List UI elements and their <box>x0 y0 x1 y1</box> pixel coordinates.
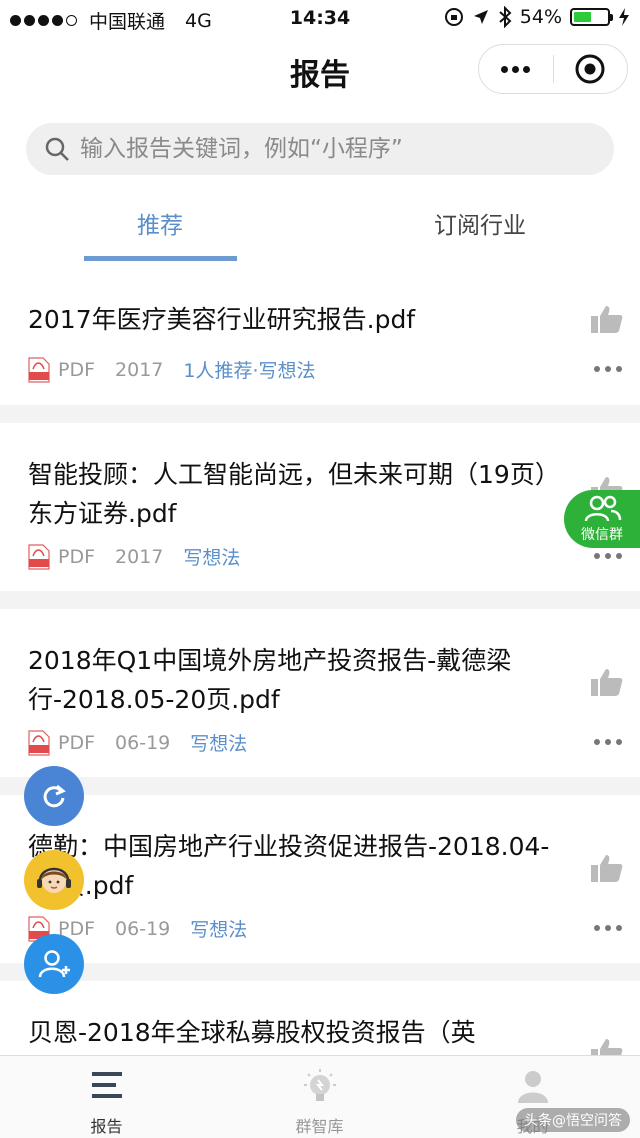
close-miniprogram-button[interactable] <box>554 53 628 85</box>
report-date: 2017 <box>115 358 164 381</box>
add-user-button[interactable] <box>24 934 84 994</box>
report-title: 智能投顾：人工智能尚远，但未来可期（19页）东方证券.pdf <box>28 460 548 528</box>
bluetooth-icon <box>499 6 512 28</box>
report-title: 2017年医疗美容行业研究报告.pdf <box>28 305 416 334</box>
report-date: 2017 <box>115 545 164 568</box>
add-user-icon <box>38 950 70 978</box>
refresh-button[interactable] <box>24 766 84 826</box>
more-menu-button[interactable] <box>479 65 553 73</box>
search-bar[interactable] <box>26 123 614 175</box>
pdf-icon <box>28 543 50 570</box>
report-title: 德勤：中国房地产行业投资促进报告-2018.04-80页.pdf <box>28 832 550 900</box>
write-thought-link[interactable]: 写想法 <box>190 915 247 942</box>
battery-percent: 54% <box>519 6 562 28</box>
status-bar: 中国联通 4G 14:34 54% <box>0 0 640 36</box>
write-thought-link[interactable]: 写想法 <box>190 729 247 756</box>
bulb-icon <box>303 1069 336 1101</box>
list-icon <box>91 1072 122 1098</box>
battery-icon <box>570 8 613 26</box>
bottom-tab-bar: 报告 群智库 我的 头条@悟空问答 <box>0 1055 640 1138</box>
report-date: 06-19 <box>115 917 171 940</box>
list-item[interactable]: 2018年Q1中国境外房地产投资报告-戴德梁行-2018.05-20页.pdf … <box>0 609 640 795</box>
user-icon <box>517 1071 548 1103</box>
wechat-group-button[interactable]: 微信群 <box>564 490 640 548</box>
thumbs-up-icon[interactable] <box>590 853 624 883</box>
write-thought-link[interactable]: 写想法 <box>183 543 240 570</box>
charging-icon <box>619 8 629 26</box>
wechat-group-label: 微信群 <box>581 527 623 543</box>
rotation-lock-icon <box>444 8 463 26</box>
more-options-button[interactable] <box>594 366 622 372</box>
list-item[interactable]: 2017年医疗美容行业研究报告.pdf PDF 2017 1人推荐·写想法 <box>0 268 640 423</box>
tab-think-tank-label: 群智库 <box>295 1117 344 1136</box>
headset-agent-icon <box>37 867 71 893</box>
search-icon <box>45 137 69 161</box>
report-list: 2017年医疗美容行业研究报告.pdf PDF 2017 1人推荐·写想法 智能… <box>0 268 640 1101</box>
tab-subscribe-industry[interactable]: 订阅行业 <box>320 206 640 240</box>
more-options-button[interactable] <box>594 925 622 931</box>
tab-think-tank[interactable]: 群智库 <box>213 1056 426 1138</box>
report-title: 贝恩-2018年全球私募股权投资报告（英 <box>28 1018 476 1047</box>
refresh-icon <box>43 784 66 808</box>
watermark: 头条@悟空问答 <box>516 1108 630 1132</box>
group-icon <box>584 495 622 522</box>
tab-report[interactable]: 报告 <box>0 1056 213 1138</box>
file-type: PDF <box>58 731 96 754</box>
pdf-icon <box>28 356 50 383</box>
more-options-button[interactable] <box>594 739 622 745</box>
tab-recommend[interactable]: 推荐 <box>0 206 320 240</box>
tab-bar-top: 推荐 订阅行业 <box>0 190 640 266</box>
location-icon <box>473 10 488 24</box>
thumbs-up-icon[interactable] <box>590 304 624 334</box>
miniprogram-capsule <box>478 44 628 94</box>
nav-bar: 报告 <box>0 36 640 104</box>
list-item[interactable]: 德勤：中国房地产行业投资促进报告-2018.04-80页.pdf PDF 06-… <box>0 795 640 981</box>
report-date: 06-19 <box>115 731 171 754</box>
customer-service-button[interactable] <box>24 850 84 910</box>
pdf-icon <box>28 729 50 756</box>
report-title: 2018年Q1中国境外房地产投资报告-戴德梁行-2018.05-20页.pdf <box>28 646 512 714</box>
more-options-button[interactable] <box>594 553 622 559</box>
search-input[interactable] <box>80 136 580 162</box>
list-item[interactable]: 智能投顾：人工智能尚远，但未来可期（19页）东方证券.pdf PDF 2017 … <box>0 423 640 609</box>
thumbs-up-icon[interactable] <box>590 667 624 697</box>
tab-report-label: 报告 <box>90 1117 123 1136</box>
file-type: PDF <box>58 545 96 568</box>
active-tab-indicator <box>84 256 237 261</box>
target-icon <box>575 54 605 84</box>
write-thought-link[interactable]: 1人推荐·写想法 <box>183 356 315 383</box>
file-type: PDF <box>58 358 96 381</box>
report-page: 中国联通 4G 14:34 54% 报告 推荐 订阅行业 <box>0 0 640 1138</box>
